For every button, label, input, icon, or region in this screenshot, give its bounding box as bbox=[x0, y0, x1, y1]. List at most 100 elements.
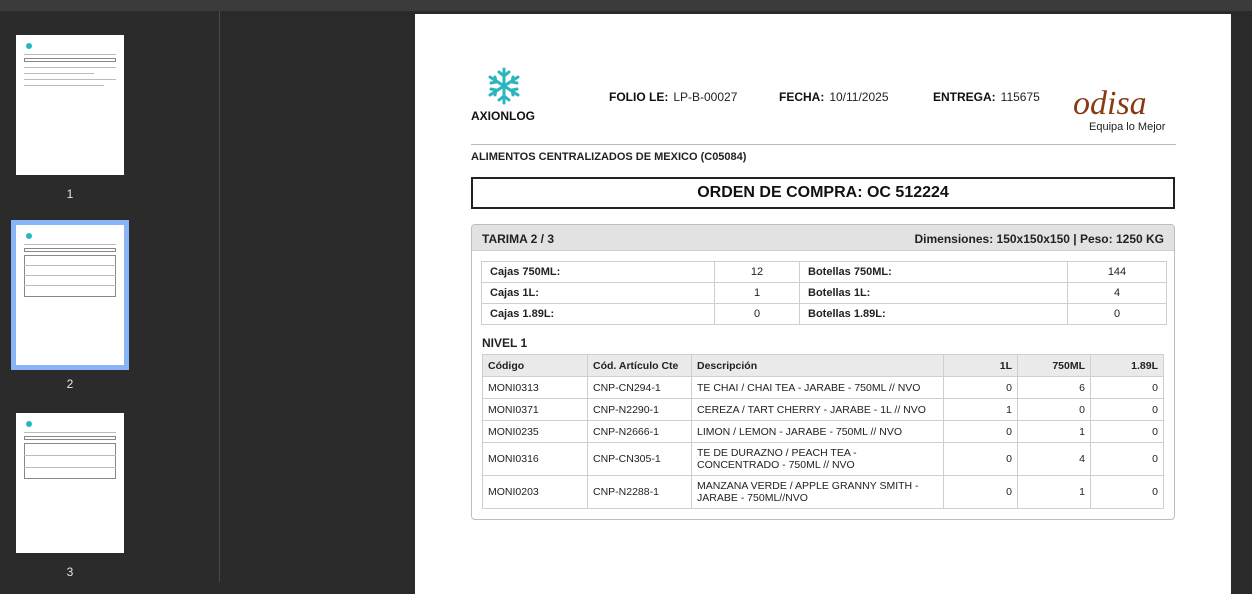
document-header: AXIONLOG FOLIO LE: LP-B-00027 FECHA: 10/11… bbox=[471, 66, 1176, 144]
page-thumbnail-3[interactable] bbox=[16, 413, 124, 553]
col-descripcion: Descripción bbox=[691, 354, 944, 377]
cajas-row: Cajas 750ML: 12 Botellas 750ML: 144 bbox=[481, 261, 1167, 283]
mini-rule bbox=[24, 467, 116, 468]
entrega-label: ENTREGA: bbox=[933, 90, 996, 104]
page-thumbnail-1[interactable] bbox=[16, 35, 124, 175]
toolbar bbox=[0, 0, 1252, 11]
cell-189l: 0 bbox=[1090, 475, 1164, 509]
cell-750ml: 1 bbox=[1017, 420, 1091, 443]
mini-rule bbox=[24, 275, 116, 276]
fecha-label: FECHA: bbox=[779, 90, 825, 104]
page-number: 2 bbox=[66, 377, 74, 391]
cajas-label: Cajas 750ML: bbox=[481, 261, 715, 283]
cell-189l: 0 bbox=[1090, 442, 1164, 476]
tarima-header: TARIMA 2 / 3 Dimensiones: 150x150x150 | … bbox=[472, 225, 1174, 251]
document-page: AXIONLOG FOLIO LE: LP-B-00027 FECHA: 10/11… bbox=[415, 14, 1231, 594]
page-thumbnail-2[interactable] bbox=[11, 220, 129, 370]
cell-descripcion: MANZANA VERDE / APPLE GRANNY SMITH - JAR… bbox=[691, 475, 944, 509]
page-number: 1 bbox=[66, 187, 74, 201]
tarima-panel: TARIMA 2 / 3 Dimensiones: 150x150x150 | … bbox=[471, 224, 1175, 520]
cell-750ml: 6 bbox=[1017, 376, 1091, 399]
cell-codigo: MONI0316 bbox=[482, 442, 588, 476]
cajas-label: Cajas 1.89L: bbox=[481, 303, 715, 325]
mini-table bbox=[24, 443, 116, 479]
mini-rule bbox=[24, 432, 116, 433]
cell-descripcion: TE CHAI / CHAI TEA - JARABE - 750ML // N… bbox=[691, 376, 944, 399]
table-row: MONI0235 CNP-N2666-1 LIMON / LEMON - JAR… bbox=[482, 420, 1164, 443]
cell-189l: 0 bbox=[1090, 420, 1164, 443]
fecha-value: 10/11/2025 bbox=[829, 90, 889, 104]
folio-label: FOLIO LE: bbox=[609, 90, 669, 104]
folio-field: FOLIO LE: LP-B-00027 bbox=[609, 90, 737, 104]
cell-codigo: MONI0203 bbox=[482, 475, 588, 509]
cell-codigo: MONI0371 bbox=[482, 398, 588, 421]
cell-1l: 0 bbox=[943, 376, 1018, 399]
cell-descripcion: TE DE DURAZNO / PEACH TEA - CONCENTRADO … bbox=[691, 442, 944, 476]
cell-articulo: CNP-CN305-1 bbox=[587, 442, 692, 476]
mini-rule bbox=[24, 67, 116, 68]
cell-1l: 0 bbox=[943, 420, 1018, 443]
axionlog-logo: AXIONLOG bbox=[471, 109, 536, 123]
mini-rule bbox=[24, 455, 116, 456]
cell-descripcion: LIMON / LEMON - JARABE - 750ML // NVO bbox=[691, 420, 944, 443]
mini-title-box bbox=[24, 436, 116, 440]
entrega-field: ENTREGA: 115675 bbox=[933, 90, 1040, 104]
tarima-title: TARIMA 2 / 3 bbox=[482, 232, 555, 246]
mini-rule bbox=[24, 244, 116, 245]
entrega-value: 115675 bbox=[1000, 90, 1040, 104]
tarima-dimensiones: Dimensiones: 150x150x150 | Peso: 1250 KG bbox=[914, 232, 1165, 246]
botellas-value: 144 bbox=[1067, 261, 1167, 283]
mini-logo bbox=[26, 233, 32, 239]
thumbnail-sidebar[interactable]: 1 2 3 bbox=[0, 11, 220, 582]
botellas-label: Botellas 750ML: bbox=[799, 261, 1068, 283]
cell-189l: 0 bbox=[1090, 398, 1164, 421]
table-row: MONI0371 CNP-N2290-1 CEREZA / TART CHERR… bbox=[482, 398, 1164, 421]
snowflake-icon bbox=[488, 67, 520, 105]
brand-tagline: Equipa lo Mejor bbox=[1089, 121, 1166, 133]
botellas-label: Botellas 1L: bbox=[799, 282, 1068, 304]
col-189l: 1.89L bbox=[1090, 354, 1164, 377]
mini-rule bbox=[24, 79, 116, 80]
cell-750ml: 1 bbox=[1017, 475, 1091, 509]
mini-logo bbox=[26, 421, 32, 427]
table-row: MONI0203 CNP-N2288-1 MANZANA VERDE / APP… bbox=[482, 475, 1164, 509]
cell-codigo: MONI0313 bbox=[482, 376, 588, 399]
col-1l: 1L bbox=[943, 354, 1018, 377]
header-divider bbox=[471, 144, 1176, 145]
botellas-value: 4 bbox=[1067, 282, 1167, 304]
orden-compra-title: ORDEN DE COMPRA: OC 512224 bbox=[471, 177, 1175, 209]
cell-1l: 0 bbox=[943, 475, 1018, 509]
cajas-value: 1 bbox=[714, 282, 800, 304]
odisa-wordmark: odisa bbox=[1073, 85, 1147, 122]
cell-articulo: CNP-N2288-1 bbox=[587, 475, 692, 509]
cell-1l: 0 bbox=[943, 442, 1018, 476]
cell-1l: 1 bbox=[943, 398, 1018, 421]
cell-189l: 0 bbox=[1090, 376, 1164, 399]
cell-750ml: 4 bbox=[1017, 442, 1091, 476]
cell-articulo: CNP-N2666-1 bbox=[587, 420, 692, 443]
mini-rule bbox=[24, 265, 116, 266]
mini-title-box bbox=[24, 248, 116, 252]
mini-rule bbox=[24, 285, 116, 286]
cajas-value: 0 bbox=[714, 303, 800, 325]
cajas-table: Cajas 750ML: 12 Botellas 750ML: 144 Caja… bbox=[481, 261, 1167, 325]
nivel-heading: NIVEL 1 bbox=[482, 336, 528, 350]
cajas-row: Cajas 1.89L: 0 Botellas 1.89L: 0 bbox=[481, 303, 1167, 325]
mini-rule bbox=[24, 73, 94, 74]
fecha-field: FECHA: 10/11/2025 bbox=[779, 90, 889, 104]
mini-rule bbox=[24, 85, 104, 86]
table-row: MONI0316 CNP-CN305-1 TE DE DURAZNO / PEA… bbox=[482, 442, 1164, 476]
mini-logo bbox=[26, 43, 32, 49]
cell-articulo: CNP-CN294-1 bbox=[587, 376, 692, 399]
botellas-value: 0 bbox=[1067, 303, 1167, 325]
cliente-name: ALIMENTOS CENTRALIZADOS DE MEXICO (C0508… bbox=[471, 151, 747, 163]
cell-codigo: MONI0235 bbox=[482, 420, 588, 443]
col-codigo: Código bbox=[482, 354, 588, 377]
table-row: MONI0313 CNP-CN294-1 TE CHAI / CHAI TEA … bbox=[482, 376, 1164, 399]
items-table: Código Cód. Artículo Cte Descripción 1L … bbox=[482, 354, 1164, 509]
cajas-label: Cajas 1L: bbox=[481, 282, 715, 304]
cell-articulo: CNP-N2290-1 bbox=[587, 398, 692, 421]
folio-value: LP-B-00027 bbox=[673, 90, 738, 104]
odisa-logo: odisa bbox=[1073, 85, 1147, 122]
cell-750ml: 0 bbox=[1017, 398, 1091, 421]
